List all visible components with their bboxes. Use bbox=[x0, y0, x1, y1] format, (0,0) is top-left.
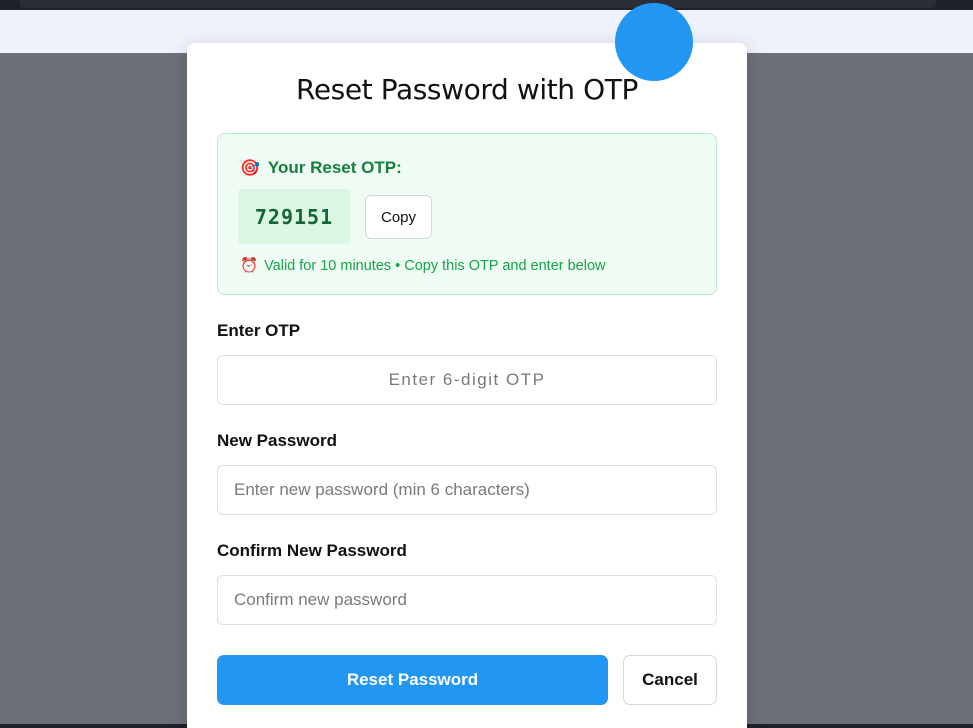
alarm-clock-icon: ⏰ bbox=[240, 258, 259, 274]
otp-note-text: Valid for 10 minutes • Copy this OTP and… bbox=[264, 257, 606, 274]
otp-code: 729151 bbox=[238, 189, 350, 244]
browser-tab-edge bbox=[20, 0, 936, 8]
cancel-button[interactable]: Cancel bbox=[623, 655, 717, 705]
new-password-label: New Password bbox=[217, 431, 337, 450]
otp-validity-note: ⏰ Valid for 10 minutes • Copy this OTP a… bbox=[240, 257, 606, 275]
browser-top-bar bbox=[0, 0, 973, 10]
reset-password-button[interactable]: Reset Password bbox=[217, 655, 608, 705]
avatar-circle bbox=[615, 3, 693, 81]
confirm-password-label: Confirm New Password bbox=[217, 541, 407, 560]
otp-panel: 🎯 Your Reset OTP: 729151 Copy ⏰ Valid fo… bbox=[217, 133, 717, 295]
target-icon: 🎯 bbox=[240, 160, 260, 177]
confirm-password-input[interactable] bbox=[217, 575, 717, 625]
otp-heading-text: Your Reset OTP: bbox=[267, 158, 402, 177]
otp-heading: 🎯 Your Reset OTP: bbox=[240, 158, 402, 178]
modal-title: Reset Password with OTP bbox=[296, 73, 638, 106]
copy-otp-button[interactable]: Copy bbox=[365, 195, 432, 239]
new-password-input[interactable] bbox=[217, 465, 717, 515]
otp-input[interactable] bbox=[217, 355, 717, 405]
otp-field-label: Enter OTP bbox=[217, 321, 301, 340]
reset-password-modal: Reset Password with OTP 🎯 Your Reset OTP… bbox=[187, 3, 747, 728]
